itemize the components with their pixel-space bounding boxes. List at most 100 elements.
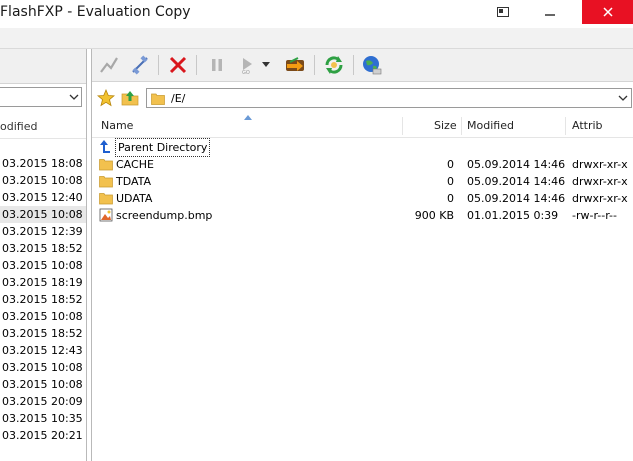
minimize-icon bbox=[545, 14, 555, 16]
table-row-parent-directory[interactable]: Parent Directory bbox=[92, 138, 633, 157]
list-item[interactable]: 03.2015 18:52 bbox=[0, 325, 86, 342]
file-modified: 05.09.2014 14:46 bbox=[467, 192, 566, 205]
parent-directory-icon bbox=[100, 140, 110, 153]
restore-button[interactable] bbox=[488, 0, 518, 24]
file-attrib: drwxr-xr-x bbox=[572, 158, 628, 171]
site-manager-button[interactable] bbox=[360, 53, 384, 77]
dropdown-arrow-icon bbox=[262, 62, 270, 67]
file-name: screendump.bmp bbox=[116, 209, 213, 222]
file-modified: 05.09.2014 14:46 bbox=[467, 175, 566, 188]
pause-icon bbox=[212, 59, 222, 71]
toolbar-separator bbox=[158, 55, 159, 75]
window-title: FlashFXP - Evaluation Copy bbox=[0, 4, 191, 20]
chevron-down-icon[interactable] bbox=[618, 92, 628, 104]
close-button[interactable] bbox=[582, 0, 633, 24]
play-icon: GO bbox=[242, 58, 252, 75]
remote-file-list[interactable]: Parent Directory CACHE 0 05.09.2014 14:4… bbox=[92, 138, 633, 224]
parent-directory-button[interactable] bbox=[120, 88, 140, 108]
local-pane: odified 03.2015 18:08 03.2015 10:08 03.2… bbox=[0, 49, 87, 461]
sort-ascending-icon bbox=[244, 115, 252, 120]
list-item[interactable]: 03.2015 20:09 bbox=[0, 393, 86, 410]
transfer-queue-button[interactable]: GO bbox=[235, 53, 259, 77]
remote-path-bar: /E/ bbox=[92, 84, 633, 112]
table-row[interactable]: CACHE 0 05.09.2014 14:46 drwxr-xr-x bbox=[92, 156, 633, 173]
table-row[interactable]: UDATA 0 05.09.2014 14:46 drwxr-xr-x bbox=[92, 190, 633, 207]
list-item[interactable]: 03.2015 12:43 bbox=[0, 342, 86, 359]
folder-icon bbox=[151, 93, 165, 105]
toolbar-separator bbox=[353, 55, 354, 75]
close-icon bbox=[602, 7, 613, 17]
file-name: CACHE bbox=[116, 158, 154, 171]
globe-icon bbox=[363, 56, 382, 75]
plug-icon bbox=[132, 55, 148, 75]
pause-button[interactable] bbox=[205, 53, 229, 77]
red-x-icon bbox=[169, 56, 187, 74]
remote-toolbar: GO bbox=[92, 49, 633, 82]
file-attrib: drwxr-xr-x bbox=[572, 192, 628, 205]
column-divider[interactable] bbox=[402, 117, 403, 135]
file-name: UDATA bbox=[116, 192, 153, 205]
column-divider[interactable] bbox=[565, 117, 566, 135]
list-item[interactable]: 03.2015 12:40 bbox=[0, 189, 86, 206]
abort-button[interactable] bbox=[166, 53, 190, 77]
folder-up-icon bbox=[121, 91, 139, 106]
disconnect-button[interactable] bbox=[128, 53, 152, 77]
minimize-button[interactable] bbox=[530, 0, 570, 24]
list-item[interactable]: 03.2015 10:08 bbox=[0, 172, 86, 189]
folder-icon bbox=[99, 159, 113, 171]
file-modified: 05.09.2014 14:46 bbox=[467, 158, 566, 171]
file-name: TDATA bbox=[116, 175, 152, 188]
list-item[interactable]: 03.2015 18:19 bbox=[0, 274, 86, 291]
list-item[interactable]: 03.2015 12:39 bbox=[0, 223, 86, 240]
list-item[interactable]: 03.2015 10:08 bbox=[0, 376, 86, 393]
remote-pane: GO /E/ Name Size Modified Attrib Parent … bbox=[91, 49, 633, 461]
list-item[interactable]: 03.2015 10:08 bbox=[0, 257, 86, 274]
refresh-button[interactable] bbox=[322, 53, 346, 77]
remote-list-header: Name Size Modified Attrib bbox=[92, 115, 633, 138]
table-row[interactable]: TDATA 0 05.09.2014 14:46 drwxr-xr-x bbox=[92, 173, 633, 190]
remote-path-text: /E/ bbox=[171, 92, 186, 105]
transfer-arrows-icon bbox=[286, 57, 304, 71]
local-path-combobox[interactable] bbox=[0, 87, 82, 107]
column-header-attrib[interactable]: Attrib bbox=[572, 115, 603, 137]
list-item[interactable]: 03.2015 18:08 bbox=[0, 155, 86, 172]
list-item[interactable]: 03.2015 18:52 bbox=[0, 291, 86, 308]
svg-text:GO: GO bbox=[242, 70, 250, 75]
column-header-size[interactable]: Size bbox=[434, 115, 457, 137]
local-toolbar bbox=[0, 49, 86, 84]
list-item[interactable]: 03.2015 10:35 bbox=[0, 410, 86, 427]
list-item[interactable]: 03.2015 10:08 bbox=[0, 308, 86, 325]
local-file-list[interactable]: 03.2015 18:08 03.2015 10:08 03.2015 12:4… bbox=[0, 155, 86, 444]
local-column-label: odified bbox=[0, 120, 38, 133]
toolbar-separator bbox=[314, 55, 315, 75]
menu-strip bbox=[0, 28, 633, 49]
refresh-icon bbox=[325, 56, 343, 74]
file-modified: 01.01.2015 0:39 bbox=[467, 209, 559, 222]
folder-icon bbox=[99, 176, 113, 188]
bookmarks-button[interactable] bbox=[96, 88, 116, 108]
list-item-selected[interactable]: 03.2015 10:08 bbox=[0, 206, 86, 223]
local-column-header-modified[interactable]: odified bbox=[0, 116, 86, 139]
table-row[interactable]: screendump.bmp 900 KB 01.01.2015 0:39 -r… bbox=[92, 207, 633, 224]
list-item[interactable]: 03.2015 20:21 bbox=[0, 427, 86, 444]
column-divider[interactable] bbox=[461, 117, 462, 135]
file-size: 0 bbox=[447, 192, 454, 205]
file-size: 0 bbox=[447, 175, 454, 188]
file-name: Parent Directory bbox=[114, 138, 211, 157]
chevron-down-icon[interactable] bbox=[69, 91, 79, 103]
connect-icon bbox=[100, 57, 118, 73]
list-item[interactable]: 03.2015 10:08 bbox=[0, 359, 86, 376]
remote-path-combobox[interactable]: /E/ bbox=[146, 88, 632, 108]
toolbar-separator bbox=[196, 55, 197, 75]
transfer-dropdown-button[interactable] bbox=[259, 53, 273, 77]
site-to-site-button[interactable] bbox=[283, 53, 307, 77]
column-header-modified[interactable]: Modified bbox=[467, 115, 514, 137]
bitmap-file-icon bbox=[99, 208, 113, 222]
list-item[interactable]: 03.2015 18:52 bbox=[0, 240, 86, 257]
file-attrib: drwxr-xr-x bbox=[572, 175, 628, 188]
star-icon bbox=[97, 89, 115, 107]
column-header-name[interactable]: Name bbox=[101, 115, 133, 137]
connect-button[interactable] bbox=[97, 53, 121, 77]
title-bar[interactable]: FlashFXP - Evaluation Copy bbox=[0, 0, 633, 28]
folder-icon bbox=[99, 193, 113, 205]
